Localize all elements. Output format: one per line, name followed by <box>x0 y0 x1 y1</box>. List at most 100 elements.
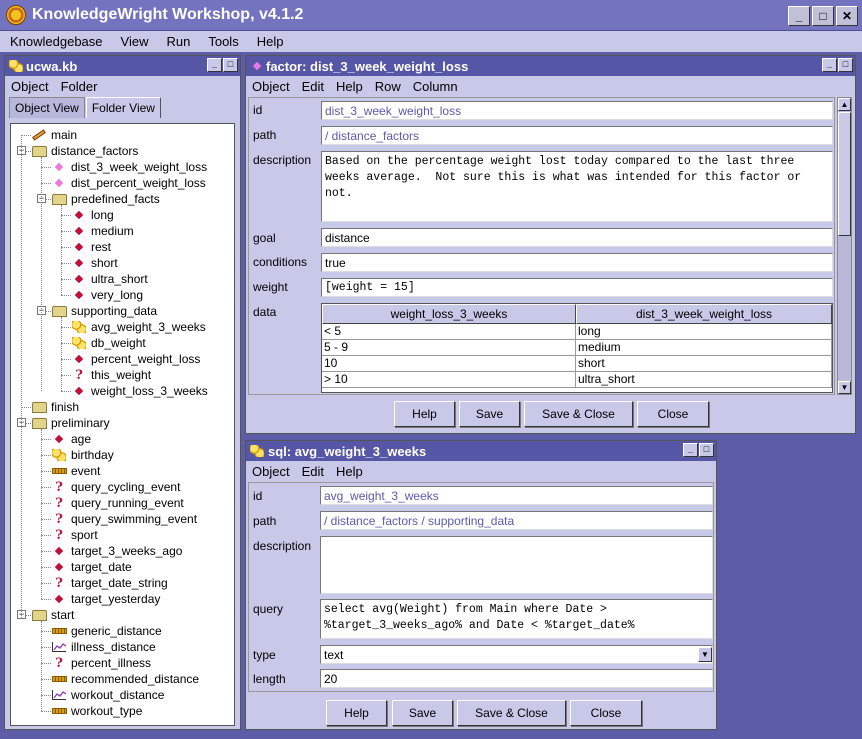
table-cell[interactable]: < 5 <box>322 324 576 340</box>
factor-menu-edit[interactable]: Edit <box>296 79 330 94</box>
sql-menu-object[interactable]: Object <box>246 464 296 479</box>
scroll-down-icon[interactable]: ▼ <box>838 381 851 394</box>
scroll-thumb[interactable] <box>838 112 851 236</box>
tree-item[interactable]: target_yesterday <box>51 591 160 607</box>
weight-field[interactable]: [weight = 15] <box>321 278 833 297</box>
data-table[interactable]: weight_loss_3_weeks dist_3_week_weight_l… <box>321 303 833 393</box>
tree-item[interactable]: workout_distance <box>51 687 164 703</box>
kb-maximize-icon[interactable]: □ <box>223 58 238 72</box>
factor-save-close-button[interactable]: Save & Close <box>524 401 633 427</box>
tree-item[interactable]: target_date <box>51 559 132 575</box>
tree-item[interactable]: very_long <box>71 287 143 303</box>
tree-item[interactable]: ? sport <box>51 527 98 543</box>
tree-item[interactable]: dist_3_week_weight_loss <box>51 159 207 175</box>
sql-maximize-icon[interactable]: □ <box>699 443 714 457</box>
tree-item[interactable]: workout_type <box>51 703 142 719</box>
tree-item[interactable]: ? this_weight <box>71 367 151 383</box>
factor-menu-column[interactable]: Column <box>407 79 464 94</box>
conditions-field[interactable]: true <box>321 253 833 272</box>
tree-item[interactable]: main <box>31 127 77 143</box>
tree-item[interactable]: generic_distance <box>51 623 162 639</box>
factor-help-button[interactable]: Help <box>394 401 455 427</box>
tree-item[interactable]: recommended_distance <box>51 671 199 687</box>
tab-folder-view[interactable]: Folder View <box>85 97 161 118</box>
tree-item[interactable]: long <box>71 207 114 223</box>
tree-item[interactable]: ? query_cycling_event <box>51 479 180 495</box>
sql-description-field[interactable] <box>320 536 713 594</box>
menu-run[interactable]: Run <box>156 34 198 49</box>
tree-item[interactable]: db_weight <box>71 335 146 351</box>
kb-menu-object[interactable]: Object <box>5 79 55 94</box>
factor-save-button[interactable]: Save <box>459 401 520 427</box>
tree-item[interactable]: predefined_facts <box>51 191 160 207</box>
table-cell[interactable]: long <box>576 324 832 340</box>
table-cell[interactable]: short <box>576 356 832 372</box>
factor-close-button[interactable]: Close <box>637 401 709 427</box>
id-field[interactable]: dist_3_week_weight_loss <box>321 101 833 120</box>
factor-minimize-icon[interactable]: _ <box>822 58 837 72</box>
menu-knowledgebase[interactable]: Knowledgebase <box>0 34 111 49</box>
tab-object-view[interactable]: Object View <box>9 97 85 118</box>
menu-help[interactable]: Help <box>247 34 292 49</box>
tree-item[interactable]: event <box>51 463 100 479</box>
factor-maximize-icon[interactable]: □ <box>838 58 853 72</box>
table-cell[interactable]: 5 - 9 <box>322 340 576 356</box>
tree-item[interactable]: percent_weight_loss <box>71 351 200 367</box>
sql-close-button[interactable]: Close <box>570 700 642 726</box>
menu-view[interactable]: View <box>111 34 157 49</box>
factor-menu-row[interactable]: Row <box>369 79 407 94</box>
sql-help-button[interactable]: Help <box>326 700 387 726</box>
tree-item[interactable]: target_3_weeks_ago <box>51 543 182 559</box>
tree-item[interactable]: avg_weight_3_weeks <box>71 319 206 335</box>
tree-item[interactable]: ? query_swimming_event <box>51 511 197 527</box>
tree-item[interactable]: ? query_running_event <box>51 495 184 511</box>
kb-minimize-icon[interactable]: _ <box>207 58 222 72</box>
sql-save-close-button[interactable]: Save & Close <box>457 700 566 726</box>
factor-menu-help[interactable]: Help <box>330 79 369 94</box>
column-header[interactable]: dist_3_week_weight_loss <box>576 304 832 324</box>
column-header[interactable]: weight_loss_3_weeks <box>322 304 576 324</box>
tree-item[interactable]: ultra_short <box>71 271 148 287</box>
sql-minimize-icon[interactable]: _ <box>683 443 698 457</box>
table-cell[interactable]: ultra_short <box>576 372 832 388</box>
tree-item[interactable]: supporting_data <box>51 303 157 319</box>
sql-menu-edit[interactable]: Edit <box>296 464 330 479</box>
path-field[interactable]: / distance_factors <box>321 126 833 145</box>
tree-item[interactable]: dist_percent_weight_loss <box>51 175 206 191</box>
table-cell[interactable]: medium <box>576 340 832 356</box>
tree-item[interactable]: illness_distance <box>51 639 156 655</box>
menu-tools[interactable]: Tools <box>198 34 246 49</box>
tree-item[interactable]: preliminary <box>31 415 110 431</box>
close-icon[interactable]: ✕ <box>836 6 858 26</box>
description-field[interactable]: Based on the percentage weight lost toda… <box>321 151 833 222</box>
factor-menu-object[interactable]: Object <box>246 79 296 94</box>
query-field[interactable]: select avg(Weight) from Main where Date … <box>320 599 713 639</box>
type-select[interactable]: text <box>320 645 713 664</box>
tree-item[interactable]: weight_loss_3_weeks <box>71 383 208 399</box>
table-cell[interactable]: 10 <box>322 356 576 372</box>
tree-item[interactable]: rest <box>71 239 111 255</box>
tree-item[interactable]: ? percent_illness <box>51 655 151 671</box>
table-cell[interactable]: > 10 <box>322 372 576 388</box>
kb-menu-folder[interactable]: Folder <box>55 79 104 94</box>
sql-id-field[interactable]: avg_weight_3_weeks <box>320 486 713 505</box>
dropdown-chevron-icon[interactable]: ▼ <box>698 647 712 662</box>
goal-field[interactable]: distance <box>321 228 833 247</box>
tree-item[interactable]: medium <box>71 223 134 239</box>
tree-item[interactable]: age <box>51 431 91 447</box>
folder-tree[interactable]: main distance_factors − dist_3_week_weight_… <box>10 123 235 726</box>
tree-item[interactable]: start <box>31 607 74 623</box>
length-field[interactable]: 20 <box>320 669 713 688</box>
sql-menu-help[interactable]: Help <box>330 464 369 479</box>
scroll-up-icon[interactable]: ▲ <box>838 98 851 111</box>
tree-item[interactable]: finish <box>31 399 79 415</box>
minimize-icon[interactable]: _ <box>788 6 810 26</box>
tree-item[interactable]: birthday <box>51 447 114 463</box>
tree-item[interactable]: distance_factors <box>31 143 138 159</box>
sql-save-button[interactable]: Save <box>392 700 453 726</box>
tree-item[interactable]: ? target_date_string <box>51 575 168 591</box>
maximize-icon[interactable]: □ <box>812 6 834 26</box>
sql-path-field[interactable]: / distance_factors / supporting_data <box>320 511 713 530</box>
tree-item[interactable]: short <box>71 255 118 271</box>
factor-scrollbar[interactable]: ▲ ▼ <box>837 97 852 395</box>
